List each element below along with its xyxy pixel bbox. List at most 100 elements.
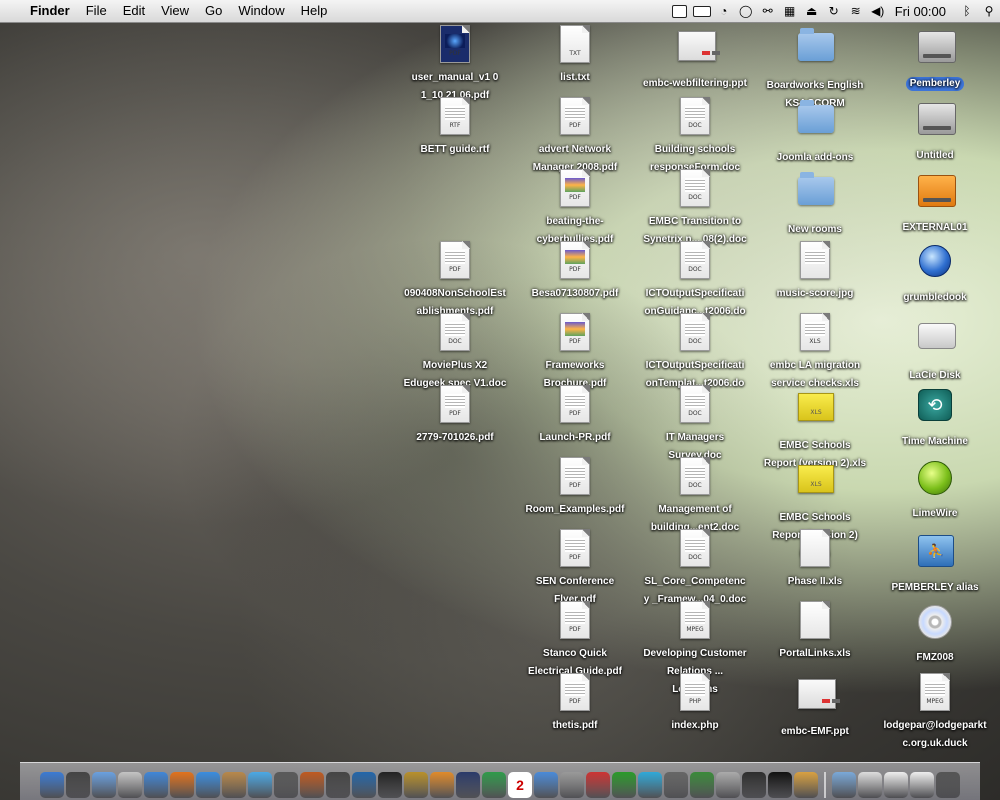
menu-help[interactable]: Help (293, 0, 336, 22)
wifi-icon[interactable]: ≋ (845, 0, 867, 22)
mail-icon[interactable] (92, 772, 116, 798)
desktop-icon[interactable]: PDF beating-the-cyberbullies.pdf (523, 169, 627, 247)
photo-icon[interactable] (274, 772, 298, 798)
keynote-icon[interactable] (430, 772, 454, 798)
dvd-icon[interactable] (352, 772, 376, 798)
desktop-icon[interactable]: PDF SEN Conference Flyer.pdf (523, 529, 627, 607)
desktop-icon[interactable]: LaCie Disk (883, 313, 987, 383)
menu-file[interactable]: File (78, 0, 115, 22)
desktop-icon[interactable]: PHP index.php (643, 673, 747, 733)
safari-icon[interactable] (196, 772, 220, 798)
desktop-icon[interactable]: music-score.jpg (763, 241, 867, 301)
desktop-icon[interactable]: PDF advert Network Manager 2008.pdf (523, 97, 627, 175)
iweb-icon[interactable] (404, 772, 428, 798)
volume-icon[interactable]: ◀) (867, 0, 889, 22)
spaces-icon[interactable]: ▦ (779, 0, 801, 22)
photoshop-icon[interactable] (456, 772, 480, 798)
terminal-icon[interactable] (768, 772, 792, 798)
ical-icon[interactable]: 2 (508, 772, 532, 798)
desktop-icon[interactable]: DOC IT Managers Survey.doc (643, 385, 747, 463)
desktop-icon[interactable]: PDF Launch-PR.pdf (523, 385, 627, 445)
spotlight-icon[interactable]: ⚲ (978, 0, 1000, 22)
sync-icon[interactable]: ↻ (823, 0, 845, 22)
brush-icon[interactable] (742, 772, 766, 798)
desktop-icon[interactable]: PDF Frameworks Brochure.pdf (523, 313, 627, 391)
icon-part: DOC (680, 241, 710, 279)
dashboard-icon[interactable] (66, 772, 90, 798)
desktop-icon[interactable]: embc-EMF.ppt (763, 673, 867, 739)
desktop-icon[interactable]: RTF BETT guide.rtf (403, 97, 507, 157)
desktop-icon[interactable]: TXT list.txt (523, 25, 627, 85)
desktop-icon[interactable]: PDF Room_Examples.pdf (523, 457, 627, 517)
desktop-icon[interactable]: ⛹ PEMBERLEY alias (883, 529, 987, 595)
desktop-icon[interactable]: DOC EMBC Transition to Synetrix n... 08(2… (643, 169, 747, 247)
imovie-icon[interactable] (326, 772, 350, 798)
desktop-icon[interactable]: New rooms (763, 169, 867, 237)
battery-icon[interactable] (691, 0, 713, 22)
binoculars-icon[interactable]: ⚯ (757, 0, 779, 22)
desktop-icon[interactable]: grumbledook (883, 241, 987, 305)
menu-go[interactable]: Go (197, 0, 230, 22)
screen-icon[interactable] (560, 772, 584, 798)
desktop-icon[interactable]: DOC Management of building...ent2.doc (643, 457, 747, 535)
lamp-icon[interactable] (586, 772, 610, 798)
itunes-icon[interactable] (248, 772, 272, 798)
desktop-icon[interactable]: Pemberley (883, 25, 987, 91)
desktop-icon[interactable]: PDF user_manual_v1 0 1_10 21 06.pdf (403, 25, 507, 103)
documents-icon[interactable] (858, 772, 882, 798)
chat-icon[interactable]: ◯ (735, 0, 757, 22)
desktop-icon[interactable]: PDF 2779-701026.pdf (403, 385, 507, 445)
desktop-icon[interactable]: DOC Building schools responseForm.doc (643, 97, 747, 175)
desktop-icon-label: grumbledook (903, 292, 967, 303)
menu-finder[interactable]: Finder (22, 0, 78, 22)
desktop-icon[interactable]: LimeWire (883, 457, 987, 521)
desktop-icon[interactable]: FMZ008 (883, 601, 987, 665)
finder-icon[interactable] (40, 772, 64, 798)
desktop-icon[interactable]: DOC MoviePlus X2 Edugeek spec V1.doc (403, 313, 507, 391)
garageband-icon[interactable] (300, 772, 324, 798)
desktop-icon-label: PEMBERLEY alias (891, 582, 979, 593)
desktop-icon[interactable]: PDF Besa07130807.pdf (523, 241, 627, 301)
icon-part: PDF (560, 529, 590, 567)
messenger-icon[interactable] (612, 772, 636, 798)
eject-icon[interactable]: ⏏ (801, 0, 823, 22)
preview-icon[interactable] (118, 772, 142, 798)
desktop-icon[interactable]: ⟲ Time Machine (883, 385, 987, 449)
file-icon[interactable] (910, 772, 934, 798)
desktop-icon[interactable]: Joomla add-ons (763, 97, 867, 165)
apple-menu-icon[interactable] (0, 0, 22, 22)
desktop-icon[interactable]: DOC SL_Core_Competency _Framew...04_0.doc (643, 529, 747, 607)
numbers-icon[interactable] (482, 772, 506, 798)
quicktime-icon[interactable] (534, 772, 558, 798)
menu-view[interactable]: View (153, 0, 197, 22)
bluetooth-icon[interactable]: ᛒ (956, 0, 978, 22)
gallery-icon[interactable] (794, 772, 818, 798)
menu-extra-icon[interactable] (669, 0, 691, 22)
firefox-icon[interactable] (170, 772, 194, 798)
address-book-icon[interactable] (222, 772, 246, 798)
clock[interactable]: Fri 00:00 (889, 4, 956, 19)
desktop-icon[interactable]: PDF 090408NonSchoolEstablishments.pdf (403, 241, 507, 319)
iphoto-star-icon[interactable] (378, 772, 402, 798)
applications-folder-icon[interactable] (832, 772, 856, 798)
trash-icon[interactable] (936, 772, 960, 798)
skype-icon[interactable] (638, 772, 662, 798)
doc-icon[interactable] (884, 772, 908, 798)
menu-window[interactable]: Window (230, 0, 292, 22)
desktop-icon[interactable]: PDF thetis.pdf (523, 673, 627, 733)
menu-edit[interactable]: Edit (115, 0, 153, 22)
desktop-icon[interactable]: MPEG lodgepar@lodgeparktc.org.uk.duck (883, 673, 987, 751)
limewire-icon[interactable] (690, 772, 714, 798)
dash-icon[interactable] (716, 772, 740, 798)
desktop-icon[interactable]: Phase II.xls (763, 529, 867, 589)
desktop-icon[interactable]: EXTERNAL01 (883, 169, 987, 235)
desktop-icon[interactable]: PortalLinks.xls (763, 601, 867, 661)
desktop-icon[interactable]: embc-webfiltering.ppt (643, 25, 747, 91)
chrome-icon[interactable] (664, 772, 688, 798)
desktop-icon-label: LaCie Disk (909, 370, 961, 381)
desktop-icon[interactable]: PDF Stanco Quick Electrical Guide.pdf (523, 601, 627, 679)
desktop-icon[interactable]: XLS embc LA migration service checks.xls (763, 313, 867, 391)
ichat-icon[interactable] (144, 772, 168, 798)
history-icon[interactable]: ◔ (713, 0, 735, 22)
desktop-icon[interactable]: Untitled (883, 97, 987, 163)
